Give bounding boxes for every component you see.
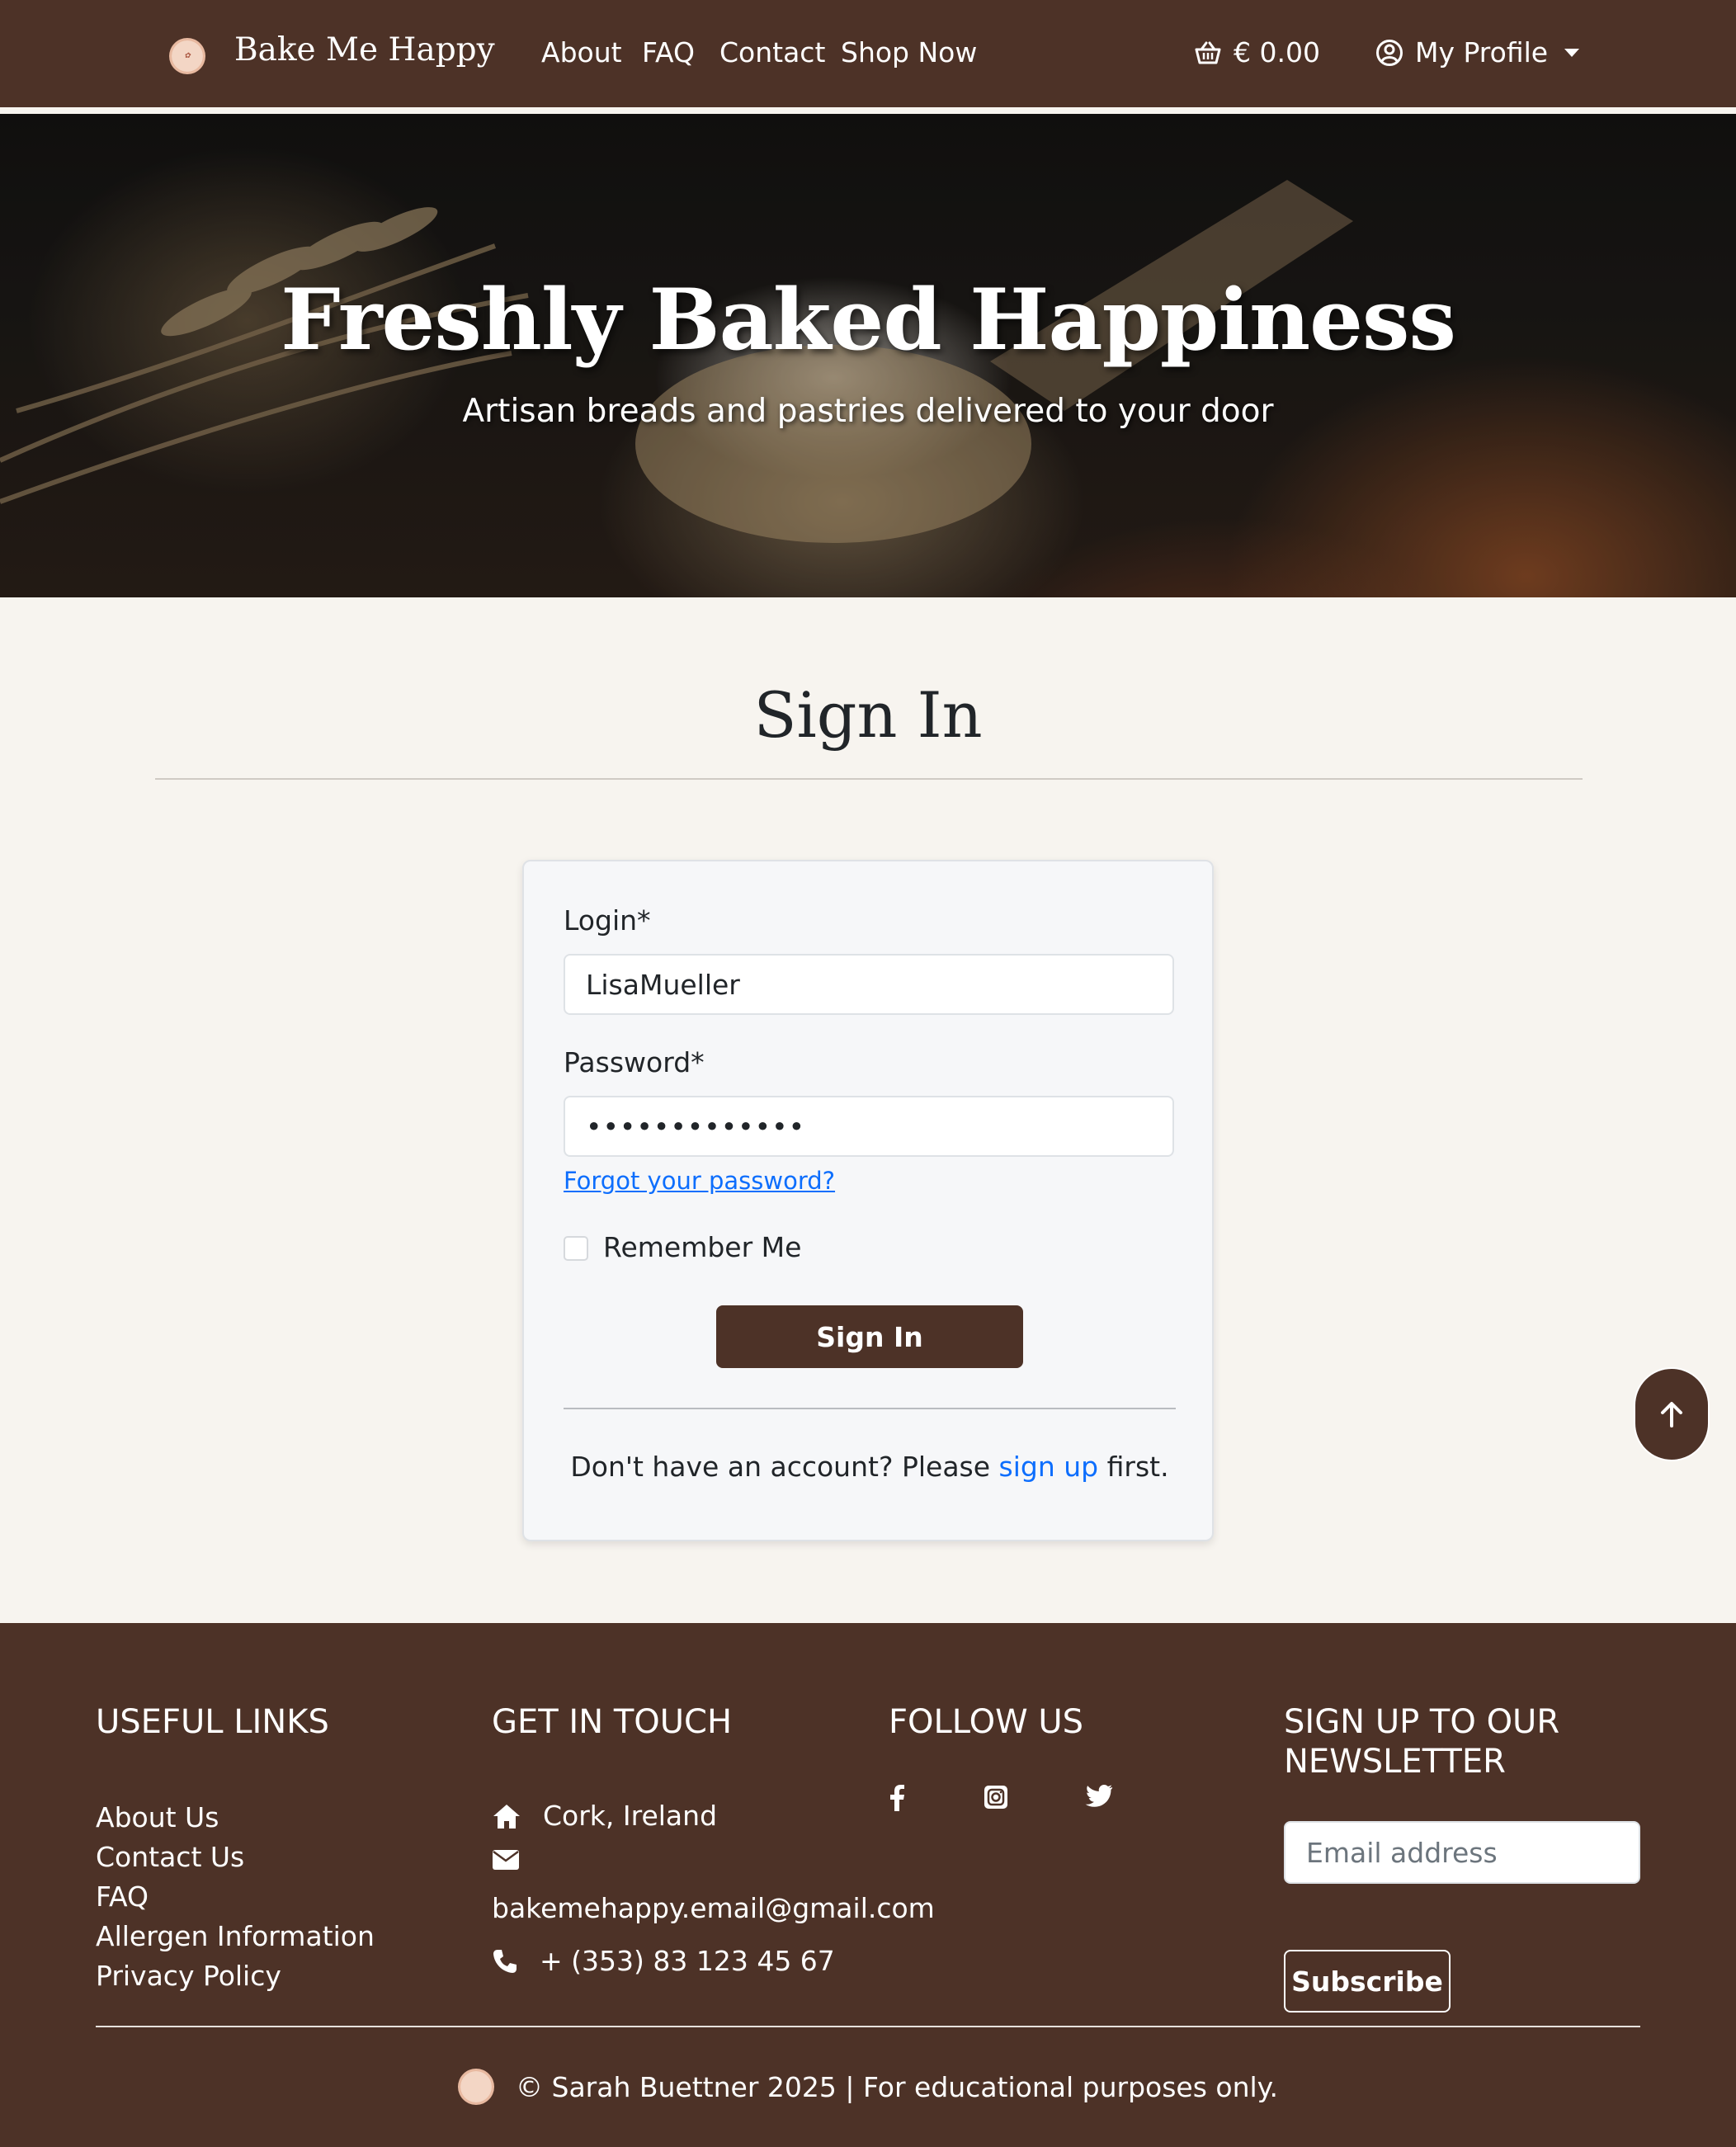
location-item: Cork, Ireland bbox=[492, 1800, 717, 1832]
user-circle-icon bbox=[1376, 39, 1403, 66]
login-input[interactable]: LisaMueller bbox=[564, 954, 1174, 1015]
nav-link-about[interactable]: About bbox=[541, 36, 622, 68]
footer-logo-icon bbox=[458, 2069, 495, 2105]
nav-link-faq[interactable]: FAQ bbox=[642, 36, 695, 68]
cart-total: € 0.00 bbox=[1234, 36, 1320, 68]
remember-me-label[interactable]: Remember Me bbox=[603, 1231, 801, 1263]
signup-prefix: Don't have an account? Please bbox=[570, 1451, 991, 1483]
footer-divider bbox=[96, 2026, 1640, 2027]
copyright-text: © Sarah Buettner 2025 | For educational … bbox=[516, 2070, 1278, 2103]
chevron-down-icon bbox=[1564, 48, 1580, 57]
phone-icon bbox=[493, 1949, 517, 1973]
email-link[interactable]: bakemehappy.email@gmail.com bbox=[492, 1892, 935, 1924]
phone-text: + (353) 83 123 45 67 bbox=[540, 1945, 835, 1977]
signin-button[interactable]: Sign In bbox=[716, 1305, 1023, 1368]
email-icon-row bbox=[492, 1849, 520, 1871]
signup-link[interactable]: sign up bbox=[999, 1451, 1099, 1483]
hero-banner: Freshly Baked Happiness Artisan breads a… bbox=[0, 114, 1736, 597]
facebook-icon[interactable] bbox=[889, 1785, 905, 1814]
cart-link[interactable]: € 0.00 bbox=[1194, 36, 1320, 68]
brand-logo-icon[interactable]: ✿ bbox=[169, 38, 205, 74]
back-to-top-button[interactable] bbox=[1634, 1367, 1710, 1461]
phone-item: + (353) 83 123 45 67 bbox=[492, 1945, 835, 1977]
copyright-row: © Sarah Buettner 2025 | For educational … bbox=[0, 2069, 1736, 2105]
footer-link-allergen-information[interactable]: Allergen Information bbox=[96, 1920, 375, 1952]
footer-link-contact-us[interactable]: Contact Us bbox=[96, 1841, 244, 1873]
signup-prompt: Don't have an account? Please sign up fi… bbox=[524, 1451, 1215, 1483]
remember-me-checkbox[interactable] bbox=[564, 1236, 588, 1261]
nav-link-shop-now[interactable]: Shop Now bbox=[841, 36, 977, 68]
page-title: Sign In bbox=[753, 678, 983, 752]
follow-us-heading: FOLLOW US bbox=[889, 1703, 1084, 1741]
newsletter-email-input[interactable]: Email address bbox=[1284, 1821, 1640, 1884]
signin-card: Login* LisaMueller Password* •••••••••••… bbox=[522, 860, 1214, 1541]
signup-suffix: first. bbox=[1106, 1451, 1169, 1483]
newsletter-heading: SIGN UP TO OUR NEWSLETTER bbox=[1284, 1703, 1560, 1781]
twitter-icon[interactable] bbox=[1085, 1784, 1113, 1811]
footer-link-about-us[interactable]: About Us bbox=[96, 1801, 219, 1833]
brand-name[interactable]: Bake Me Happy bbox=[234, 31, 495, 68]
useful-links-heading: USEFUL LINKS bbox=[96, 1703, 329, 1741]
profile-label: My Profile bbox=[1415, 36, 1549, 68]
title-divider bbox=[155, 778, 1583, 780]
basket-icon bbox=[1195, 41, 1221, 64]
subscribe-button[interactable]: Subscribe bbox=[1284, 1950, 1451, 2013]
instagram-icon[interactable] bbox=[984, 1785, 1008, 1813]
password-label: Password* bbox=[564, 1046, 705, 1078]
footer-link-faq[interactable]: FAQ bbox=[96, 1880, 149, 1913]
envelope-icon bbox=[493, 1850, 519, 1870]
password-input[interactable]: ••••••••••••• bbox=[564, 1096, 1174, 1157]
hero-subtitle: Artisan breads and pastries delivered to… bbox=[462, 393, 1274, 430]
profile-dropdown[interactable]: My Profile bbox=[1375, 36, 1580, 68]
get-in-touch-heading: GET IN TOUCH bbox=[492, 1703, 733, 1741]
nav-link-contact[interactable]: Contact bbox=[719, 36, 825, 68]
arrow-up-icon bbox=[1661, 1402, 1682, 1427]
location-text: Cork, Ireland bbox=[543, 1800, 718, 1832]
login-label: Login* bbox=[564, 904, 651, 937]
hero-title: Freshly Baked Happiness bbox=[281, 271, 1456, 370]
footer: USEFUL LINKS About Us Contact Us FAQ All… bbox=[0, 1623, 1736, 2147]
home-icon bbox=[493, 1804, 520, 1828]
footer-link-privacy-policy[interactable]: Privacy Policy bbox=[96, 1960, 281, 1992]
card-divider bbox=[564, 1408, 1176, 1409]
navbar: ✿ Bake Me Happy About FAQ Contact Shop N… bbox=[0, 0, 1736, 111]
forgot-password-link[interactable]: Forgot your password? bbox=[564, 1167, 835, 1195]
